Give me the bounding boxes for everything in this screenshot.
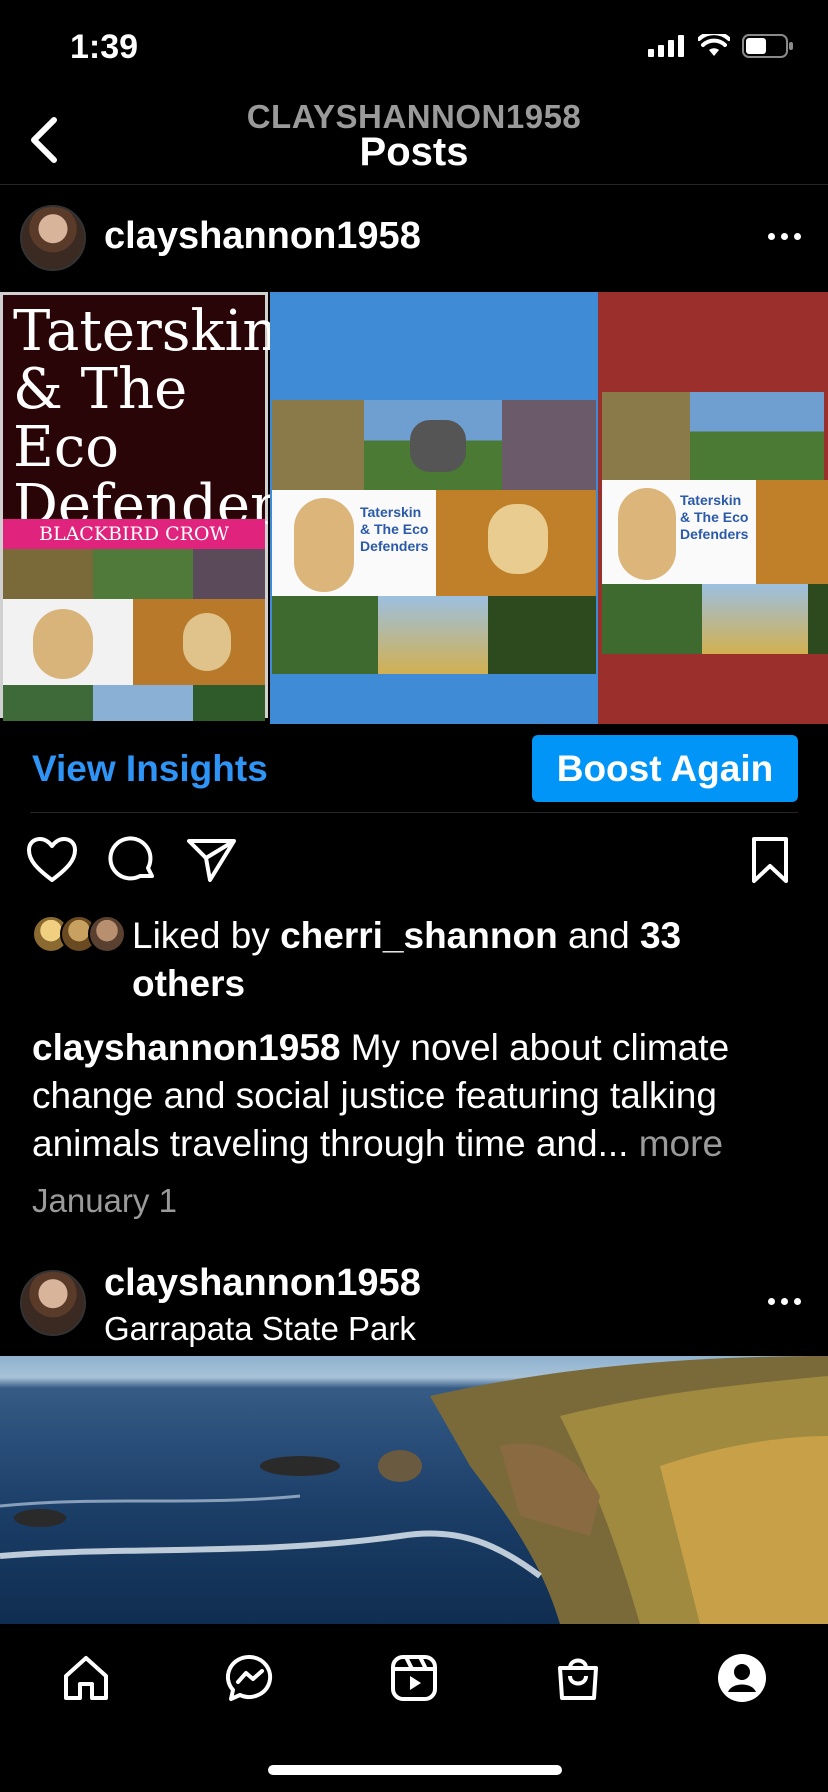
book-cover-series: BLACKBIRD CROW RAVEN — [3, 519, 265, 575]
post-image[interactable] — [0, 1356, 828, 1624]
book-cover-title: Taterskin & The Eco Defenders — [13, 299, 306, 538]
collage-label: Taterskin & The Eco Defenders — [360, 504, 429, 554]
view-insights-link[interactable]: View Insights — [32, 748, 268, 790]
wifi-icon — [698, 34, 730, 56]
liker-avatar — [88, 915, 126, 953]
battery-icon — [742, 34, 793, 58]
liker-avatars[interactable] — [32, 915, 126, 953]
header-divider — [0, 184, 828, 185]
liked-mid: and — [557, 915, 640, 956]
boost-again-button[interactable]: Boost Again — [532, 735, 798, 802]
status-time: 1:39 — [70, 28, 139, 66]
post-location[interactable]: Garrapata State Park — [104, 1310, 416, 1348]
avatar[interactable] — [20, 205, 86, 271]
liked-by-text[interactable]: Liked by cherri_shannon and 33 others — [132, 912, 772, 1008]
caption-username[interactable]: clayshannon1958 — [32, 1027, 340, 1068]
caption-more-link[interactable]: more — [639, 1123, 723, 1164]
like-heart-icon[interactable] — [26, 836, 78, 884]
collage-label: Taterskin & The Eco Defenders — [680, 492, 749, 542]
post-date: January 1 — [32, 1182, 177, 1219]
liked-user-link[interactable]: cherri_shannon — [280, 915, 558, 956]
comment-icon[interactable] — [108, 836, 158, 886]
post-username[interactable]: clayshannon1958 — [104, 1262, 421, 1305]
more-options-icon[interactable] — [768, 1298, 808, 1308]
more-options-icon[interactable] — [768, 233, 808, 243]
coastline-image — [0, 1356, 828, 1624]
page-title: Posts — [359, 130, 469, 174]
post-caption: clayshannon1958 My novel about climate c… — [32, 1024, 800, 1168]
collage-panel: Taterskin & The Eco Defenders — [270, 292, 598, 724]
reels-icon[interactable] — [390, 1654, 438, 1702]
profile-icon[interactable] — [716, 1652, 768, 1704]
signal-icon — [648, 35, 684, 57]
home-indicator[interactable] — [268, 1765, 562, 1775]
post-image-carousel[interactable]: Taterskin & The Eco Defenders BLACKBIRD … — [0, 292, 828, 724]
book-cover: Taterskin & The Eco Defenders BLACKBIRD … — [0, 292, 305, 721]
save-bookmark-icon[interactable] — [750, 836, 790, 884]
home-icon[interactable] — [62, 1654, 110, 1702]
avatar[interactable] — [20, 1270, 86, 1336]
collage-panel: Taterskin & The Eco Defenders — [598, 292, 828, 724]
messenger-icon[interactable] — [226, 1654, 274, 1702]
post-username[interactable]: clayshannon1958 — [104, 215, 421, 258]
share-icon[interactable] — [186, 836, 238, 884]
divider — [30, 812, 798, 813]
liked-prefix: Liked by — [132, 915, 281, 956]
shop-icon[interactable] — [554, 1654, 602, 1702]
status-icons — [648, 34, 794, 58]
